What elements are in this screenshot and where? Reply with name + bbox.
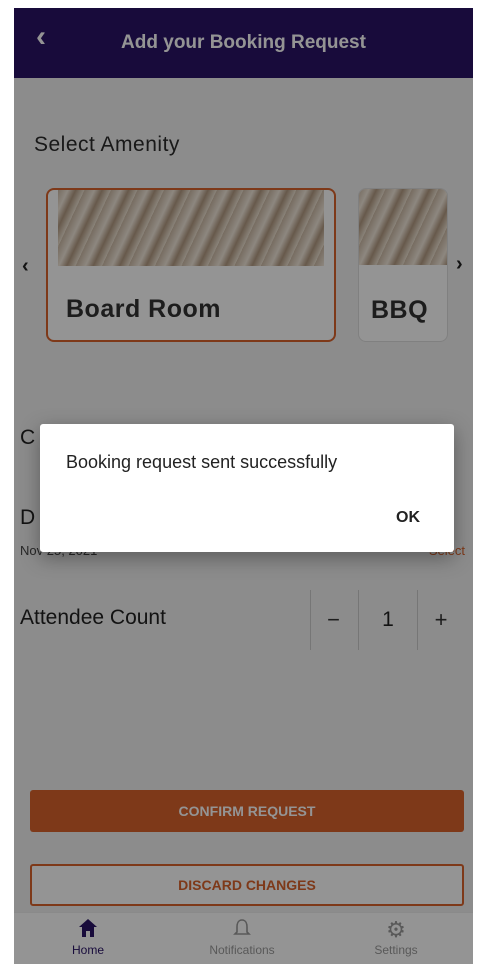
app-screen: ‹ Add your Booking Request Select Amenit… (14, 8, 473, 964)
success-dialog: Booking request sent successfully OK (40, 424, 454, 552)
dialog-ok-button[interactable]: OK (396, 509, 420, 527)
dialog-message: Booking request sent successfully (66, 452, 338, 472)
